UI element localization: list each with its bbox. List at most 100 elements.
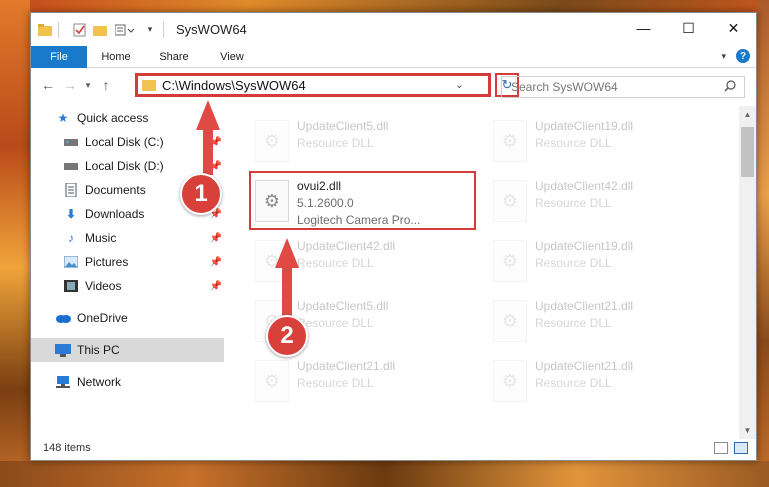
file-item[interactable]: ⚙ UpdateClient19.dll Resource DLL — [487, 234, 717, 288]
sidebar-item-onedrive[interactable]: OneDrive — [31, 306, 224, 330]
documents-icon — [63, 183, 79, 197]
file-type: Resource DLL — [535, 376, 612, 390]
vertical-scrollbar[interactable]: ▲ ▼ — [739, 106, 756, 439]
desktop-background-bottom — [0, 461, 769, 487]
file-type: Resource DLL — [535, 196, 612, 210]
expand-ribbon-icon[interactable]: ▾ — [721, 51, 726, 62]
sidebar-item-label: Network — [77, 375, 122, 389]
scroll-up-icon[interactable]: ▲ — [739, 106, 756, 123]
dll-file-icon: ⚙ — [493, 240, 527, 282]
ribbon-tabs: File Home Share View ▾ ? — [31, 45, 756, 68]
title-separator — [58, 21, 59, 38]
drive-icon — [63, 135, 79, 149]
file-name: UpdateClient42.dll — [297, 239, 396, 253]
file-item[interactable]: ⚙ UpdateClient42.dll Resource DLL — [487, 174, 717, 228]
title-separator — [163, 21, 164, 38]
back-arrow-icon[interactable]: ← — [37, 74, 59, 96]
pin-icon[interactable]: 📌 — [210, 137, 222, 148]
sidebar-item-quick-access[interactable]: ★ Quick access — [31, 106, 224, 130]
tab-file[interactable]: File — [31, 45, 87, 68]
file-item[interactable]: ⚙ UpdateClient21.dll Resource DLL — [487, 354, 717, 408]
sidebar-item-local-disk-c[interactable]: Local Disk (C:) 📌 — [31, 130, 224, 154]
file-highlight-box — [249, 171, 476, 230]
address-bar[interactable]: C:\Windows\SysWOW64 ⌄ — [135, 73, 491, 97]
chevron-down-icon[interactable]: ▾ — [143, 23, 157, 37]
dll-file-icon: ⚙ — [493, 180, 527, 222]
pin-icon[interactable]: 📌 — [210, 161, 222, 172]
dll-file-icon: ⚙ — [255, 360, 289, 402]
sidebar-item-label: Videos — [85, 279, 122, 293]
minimize-button[interactable]: — — [621, 13, 666, 43]
folder-icon — [142, 79, 156, 91]
file-name: UpdateClient19.dll — [535, 119, 634, 133]
customize-icon[interactable] — [114, 23, 136, 37]
scroll-thumb[interactable] — [741, 127, 754, 177]
sidebar-item-label: Local Disk (C:) — [85, 135, 164, 149]
sidebar-item-label: Pictures — [85, 255, 129, 269]
file-type: Resource DLL — [297, 376, 374, 390]
cloud-icon — [55, 311, 71, 325]
music-icon: ♪ — [68, 231, 74, 245]
dll-file-icon: ⚙ — [493, 120, 527, 162]
search-input[interactable]: Search SysWOW64 — [501, 76, 745, 98]
file-item[interactable]: ⚙ UpdateClient19.dll Resource DLL — [487, 114, 717, 168]
recent-dropdown-icon[interactable]: ▾ — [81, 74, 95, 96]
details-view-icon[interactable] — [714, 442, 728, 454]
file-item[interactable]: ⚙ UpdateClient42.dll Resource DLL — [249, 234, 479, 288]
pin-icon[interactable]: 📌 — [210, 281, 222, 292]
pin-icon[interactable]: 📌 — [210, 233, 222, 244]
sidebar-item-network[interactable]: Network — [31, 370, 224, 394]
status-bar: 148 items — [31, 436, 756, 460]
dll-file-icon: ⚙ — [255, 120, 289, 162]
maximize-button[interactable]: ☐ — [666, 13, 711, 43]
tab-home[interactable]: Home — [87, 51, 145, 63]
file-name: UpdateClient42.dll — [535, 179, 634, 193]
help-icon[interactable]: ? — [736, 49, 750, 63]
pin-icon[interactable]: 📌 — [210, 257, 222, 268]
new-folder-icon[interactable] — [93, 23, 107, 37]
file-type: Resource DLL — [297, 256, 374, 270]
forward-arrow-icon[interactable]: → — [59, 74, 81, 96]
sidebar-item-label: Documents — [85, 183, 146, 197]
navigation-bar: ← → ▾ ↑ C:\Windows\SysWOW64 ⌄ ↻ Search S… — [31, 68, 756, 102]
file-item[interactable]: ⚙ UpdateClient5.dll Resource DLL — [249, 114, 479, 168]
desktop-background-right — [757, 0, 769, 487]
file-type: Resource DLL — [535, 136, 612, 150]
file-item[interactable]: ⚙ UpdateClient21.dll Resource DLL — [487, 294, 717, 348]
up-arrow-icon[interactable]: ↑ — [95, 74, 117, 96]
sidebar-item-pictures[interactable]: Pictures 📌 — [31, 250, 224, 274]
sidebar-item-this-pc[interactable]: This PC — [31, 338, 224, 362]
desktop-background-left — [0, 0, 30, 487]
address-path: C:\Windows\SysWOW64 — [162, 77, 306, 93]
pictures-icon — [63, 255, 79, 269]
step-badge-1: 1 — [180, 173, 222, 215]
sidebar-item-label: Music — [85, 231, 117, 245]
file-list: ⚙ UpdateClient5.dll Resource DLL ⚙ Update… — [225, 106, 741, 432]
network-icon — [55, 375, 71, 389]
chevron-down-icon[interactable]: ⌄ — [455, 78, 464, 91]
file-name: UpdateClient19.dll — [535, 239, 634, 253]
file-name: UpdateClient21.dll — [535, 359, 634, 373]
item-count: 148 items — [43, 442, 91, 454]
file-name: UpdateClient5.dll — [297, 119, 389, 133]
navigation-pane: ★ Quick access Local Disk (C:) 📌 Local D… — [31, 106, 224, 436]
tab-share[interactable]: Share — [145, 51, 203, 63]
file-item[interactable]: ⚙ UpdateClient21.dll Resource DLL — [249, 354, 479, 408]
sidebar-item-music[interactable]: ♪ Music 📌 — [31, 226, 224, 250]
large-icons-view-icon[interactable] — [734, 442, 748, 454]
window-title: SysWOW64 — [176, 22, 247, 37]
sidebar-item-label: This PC — [77, 343, 120, 357]
sidebar-item-videos[interactable]: Videos 📌 — [31, 274, 224, 298]
explorer-window: ▾ SysWOW64 — ☐ ✕ File Home Share View ▾ … — [30, 12, 757, 461]
properties-icon[interactable] — [72, 23, 86, 37]
file-type: Resource DLL — [297, 136, 374, 150]
close-button[interactable]: ✕ — [711, 13, 756, 43]
sidebar-item-label: Quick access — [77, 111, 149, 125]
folder-icon — [38, 23, 52, 37]
file-type: Resource DLL — [535, 316, 612, 330]
ribbon-right: ▾ ? — [721, 49, 750, 63]
tab-view[interactable]: View — [203, 51, 261, 63]
